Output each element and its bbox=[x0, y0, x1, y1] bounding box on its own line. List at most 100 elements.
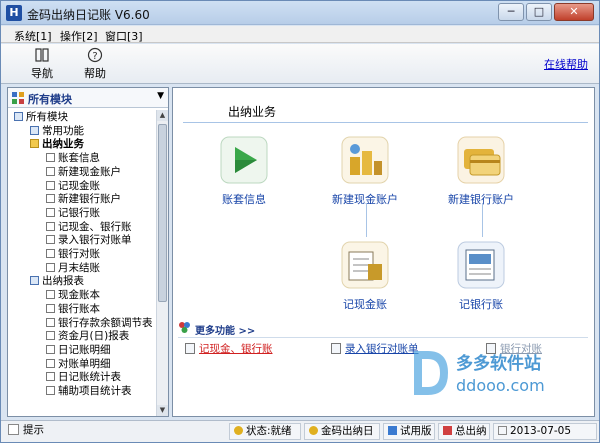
tree-item-label: 出纳报表 bbox=[42, 275, 84, 288]
tree-item-label: 月末结账 bbox=[58, 261, 100, 274]
tree-item[interactable]: 记现金账 bbox=[46, 180, 100, 193]
card-new-cash-account-label: 新建现金账户 bbox=[332, 193, 398, 206]
more-functions-icon bbox=[179, 322, 190, 333]
tree-item[interactable]: 记现金、银行账 bbox=[46, 221, 132, 234]
card-new-bank-account-label: 新建银行账户 bbox=[448, 193, 514, 206]
status-version: 试用版 bbox=[383, 423, 435, 440]
scroll-down-icon[interactable]: ▼ bbox=[157, 405, 168, 416]
nav-label: 导航 bbox=[31, 67, 53, 80]
module-selector[interactable]: 所有模块 ▼ bbox=[8, 88, 168, 108]
more-functions-label: 更多功能 >> bbox=[195, 326, 256, 337]
tree-item[interactable]: 对账单明细 bbox=[46, 358, 111, 371]
tree-item-label: 现金账本 bbox=[58, 289, 100, 302]
card-new-bank-account[interactable]: 新建银行账户 bbox=[441, 135, 521, 207]
document-icon bbox=[46, 372, 55, 382]
quicklink-bank-statement[interactable]: 录入银行对账单 bbox=[331, 341, 419, 356]
tree-item-label: 账套信息 bbox=[58, 152, 100, 165]
tree-item-label: 所有模块 bbox=[26, 111, 68, 123]
app-window: H 金码出纳日记账 V6.60 ─ □ ✕ 系统[1] 操作[2] 窗口[3] … bbox=[0, 0, 600, 443]
quicklink-cash-bank-entry[interactable]: 记现金、银行账 bbox=[185, 341, 273, 356]
tree-item[interactable]: 银行账本 bbox=[46, 303, 100, 316]
tree-item-label: 资金月(日)报表 bbox=[58, 330, 130, 343]
help-icon: ? bbox=[87, 47, 103, 63]
chevron-down-icon[interactable]: ▼ bbox=[157, 91, 164, 101]
scroll-up-icon[interactable]: ▲ bbox=[157, 110, 168, 121]
tree-item[interactable]: 录入银行对账单 bbox=[46, 234, 132, 247]
tree-item[interactable]: 现金账本 bbox=[46, 289, 100, 302]
tree-item[interactable]: 新建银行账户 bbox=[46, 193, 121, 206]
document-icon bbox=[46, 358, 55, 368]
status-light-icon bbox=[309, 426, 318, 435]
document-icon bbox=[46, 317, 55, 327]
tree-item[interactable]: 所有模块 bbox=[14, 111, 68, 124]
status-app-text: 金码出纳日 bbox=[321, 425, 374, 437]
minimize-button[interactable]: ─ bbox=[498, 3, 524, 21]
tree-item-label: 银行存款余额调节表 bbox=[58, 316, 153, 329]
tree-item[interactable]: 银行存款余额调节表 bbox=[46, 317, 153, 330]
more-functions-header: 更多功能 >> bbox=[178, 320, 588, 337]
document-icon bbox=[46, 235, 55, 245]
card-new-cash-account[interactable]: 新建现金账户 bbox=[325, 135, 405, 207]
tree-item[interactable]: 出纳报表 bbox=[30, 275, 84, 288]
maximize-button[interactable]: □ bbox=[526, 3, 552, 21]
scroll-thumb[interactable] bbox=[158, 124, 167, 302]
card-bank-entry[interactable]: 记银行账 bbox=[441, 240, 521, 312]
card-bank-entry-label: 记银行账 bbox=[459, 298, 503, 311]
tree-item-label: 常用功能 bbox=[42, 124, 84, 137]
module-tree: 所有模块 常用功能 出纳业务 账套信息 新建现金账户 记现金账 新建银行账户 记银行账记现金、… bbox=[8, 110, 156, 416]
tree-item[interactable]: 记银行账 bbox=[46, 207, 100, 220]
tree-item[interactable]: 月末结账 bbox=[46, 262, 100, 275]
section-title: 出纳业务 bbox=[228, 105, 277, 119]
report-folder-icon bbox=[30, 276, 39, 286]
tree-scrollbar[interactable]: ▲ ▼ bbox=[156, 110, 168, 416]
card-ledger-info[interactable]: 账套信息 bbox=[204, 135, 284, 207]
tree-item[interactable]: 辅助项目统计表 bbox=[46, 385, 132, 398]
card-ledger-info-label: 账套信息 bbox=[222, 193, 266, 206]
document-icon bbox=[46, 207, 55, 217]
document-icon bbox=[46, 221, 55, 231]
tree-item-label: 记银行账 bbox=[58, 206, 100, 219]
coins-icon bbox=[341, 136, 389, 184]
tree-item-label: 新建银行账户 bbox=[58, 193, 121, 206]
tree-item[interactable]: 资金月(日)报表 bbox=[46, 330, 129, 343]
tree-item[interactable]: 出纳业务 bbox=[30, 138, 84, 151]
tree-item[interactable]: 日记账统计表 bbox=[46, 371, 121, 384]
status-hint: 提示 bbox=[4, 423, 226, 440]
menu-window[interactable]: 窗口[3] bbox=[105, 28, 143, 44]
gear-icon bbox=[30, 125, 39, 135]
document-icon bbox=[46, 153, 55, 163]
svg-text:?: ? bbox=[92, 51, 97, 62]
close-button[interactable]: ✕ bbox=[554, 3, 594, 21]
tree-item[interactable]: 新建现金账户 bbox=[46, 166, 121, 179]
online-help-link[interactable]: 在线帮助 bbox=[544, 56, 588, 72]
document-icon bbox=[46, 194, 55, 204]
help-button[interactable]: ? 帮助 bbox=[75, 47, 115, 81]
watermark-url: ddooo.com bbox=[456, 376, 545, 395]
tree-item-label: 记现金账 bbox=[58, 179, 100, 192]
document-icon bbox=[46, 262, 55, 272]
document-icon bbox=[46, 386, 55, 395]
tree-item[interactable]: 常用功能 bbox=[30, 125, 84, 138]
tree-item-label: 辅助项目统计表 bbox=[58, 385, 132, 397]
title-bar[interactable]: H 金码出纳日记账 V6.60 ─ □ ✕ bbox=[1, 1, 599, 25]
quicklink-label: 记现金、银行账 bbox=[199, 343, 273, 355]
status-app: 金码出纳日 bbox=[304, 423, 380, 440]
menu-system[interactable]: 系统[1] bbox=[14, 28, 52, 44]
main-panel: 出纳业务 账套信息 新建现金账户 新建银行账户 记现金账 记银行账 更多功能 >… bbox=[172, 87, 595, 417]
toolbar: 导航 ? 帮助 在线帮助 bbox=[1, 44, 599, 84]
module-selector-label: 所有模块 bbox=[28, 93, 72, 106]
tree-item[interactable]: 银行对账 bbox=[46, 248, 100, 261]
tree-item-label: 录入银行对账单 bbox=[58, 234, 132, 247]
menu-operation[interactable]: 操作[2] bbox=[60, 28, 98, 44]
nav-button[interactable]: 导航 bbox=[22, 47, 62, 81]
status-version-text: 试用版 bbox=[400, 425, 432, 437]
tree-item-label: 银行对账 bbox=[58, 248, 100, 260]
card-cash-entry[interactable]: 记现金账 bbox=[325, 240, 405, 312]
section-divider bbox=[183, 122, 588, 123]
tree-item[interactable]: 账套信息 bbox=[46, 152, 100, 165]
tree-item[interactable]: 日记账明细 bbox=[46, 344, 111, 357]
help-label: 帮助 bbox=[84, 67, 106, 80]
status-bar: 提示 状态:就绪 金码出纳日 试用版 总出纳 2013-07-05 bbox=[1, 420, 599, 442]
status-state-text: 状态:就绪 bbox=[246, 425, 292, 437]
document-icon bbox=[46, 249, 55, 258]
